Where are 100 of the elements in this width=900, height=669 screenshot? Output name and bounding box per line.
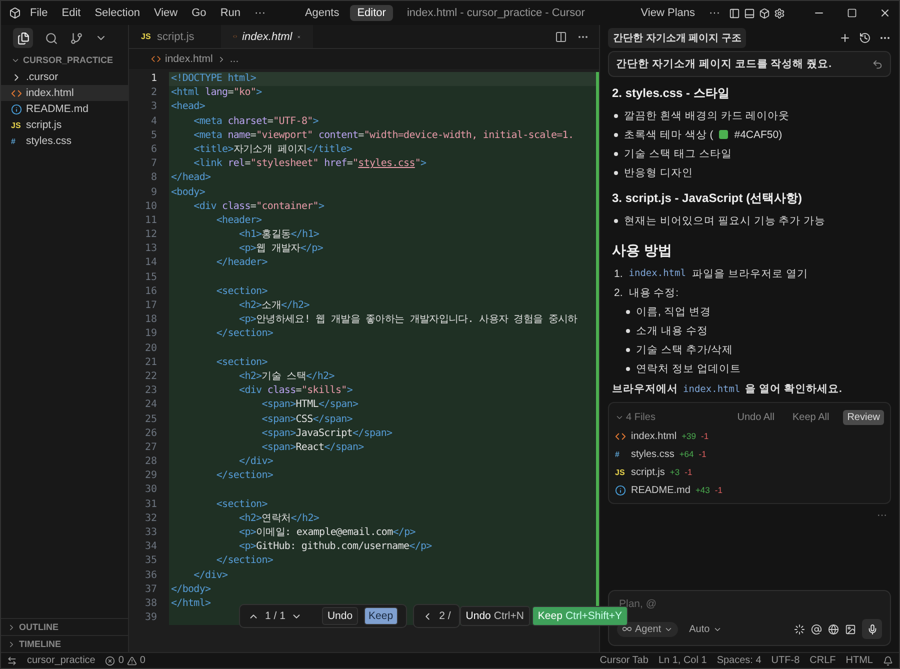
file-tab[interactable]: JS script.js [129,25,221,48]
line-number: 19 [144,327,158,342]
remote-icon[interactable] [7,656,17,666]
bell-icon[interactable] [883,656,893,666]
project-name: CURSOR_PRACTICE [23,55,114,65]
list-text: 기술 스택 추가/삭제 [636,342,733,356]
bullet-icon [614,218,618,222]
line-number: 8 [150,171,158,186]
agent-dropdown[interactable]: Agent [617,622,678,636]
menu-item[interactable]: View [148,5,183,21]
status-item[interactable]: UTF-8 [771,655,800,666]
bullet-icon [614,114,618,118]
file-tree-item[interactable]: JS script.js [1,117,128,133]
cube-icon[interactable] [759,8,770,18]
menu-item[interactable]: Selection [90,5,145,21]
status-item[interactable]: HTML [846,655,873,666]
file-tab[interactable]: index.html [221,25,313,48]
line-number: 25 [144,412,158,426]
chat-title[interactable]: 간단한 자기소개 페이지 구조 [608,28,746,48]
menu-item[interactable]: Go [186,5,212,21]
more-menu[interactable]: ··· [877,510,887,521]
menu-item[interactable]: File [25,5,53,21]
plus-icon[interactable] [839,32,851,44]
view-plans-link[interactable]: View Plans [636,5,700,21]
microphone-icon[interactable] [862,619,882,639]
removed-count: -1 [698,449,706,459]
panel-header[interactable]: OUTLINE [19,622,58,632]
menu-item[interactable]: Edit [56,5,86,21]
search-icon[interactable] [45,32,58,44]
loading-icon [794,624,805,634]
added-count: +64 [679,449,694,459]
line-number: 24 [144,398,158,412]
globe-icon[interactable] [828,624,839,634]
undo-icon[interactable] [872,58,883,70]
file-tree-item[interactable]: README.md [1,101,128,117]
line-number: 31 [144,498,158,512]
breadcrumb-item[interactable]: index.html [165,53,213,65]
line-number: 23 [144,384,158,398]
added-count: +39 [682,431,696,441]
panel-left-icon[interactable] [729,8,740,18]
panel-header[interactable]: TIMELINE [19,639,61,649]
hash-icon: # [615,450,626,458]
hash-icon: # [11,136,22,146]
undo-all-button[interactable]: Undo All [733,410,778,424]
bullet-icon [614,132,618,136]
line-number: 1 [150,72,158,86]
line-number: 38 [144,596,158,611]
line-number: 12 [144,228,158,242]
list-number: 1. [614,268,623,280]
split-editor-icon[interactable] [555,30,567,42]
keep-all-button[interactable]: Keep All [788,410,834,424]
status-item[interactable]: Cursor Tab [600,655,648,666]
change-counter: 1 / 1 [265,610,286,622]
status-item[interactable]: Ln 1, Col 1 [658,655,707,666]
breadcrumb-item[interactable]: ... [230,53,239,65]
infinity-icon [622,624,632,634]
history-icon[interactable] [859,32,871,44]
file-tree-item[interactable]: # styles.css [1,133,128,149]
menu-item[interactable]: ··· [250,5,270,21]
line-number: 27 [144,440,158,455]
user-message[interactable]: 간단한 자기소개 페이지 코드를 작성해 줬요. [608,51,891,77]
maximize-icon[interactable] [847,8,858,18]
line-number: 7 [150,157,158,172]
at-icon[interactable] [811,624,822,634]
branch-icon[interactable] [70,32,83,44]
image-icon[interactable] [845,624,856,634]
file-name[interactable]: index.html [631,430,677,442]
review-button[interactable]: Review [843,410,884,424]
file-name[interactable]: README.md [631,484,690,496]
keep-button[interactable]: Keep [364,607,398,625]
mode-tab[interactable]: Editor [350,5,393,21]
js-icon: JS [615,468,626,476]
settings-icon[interactable] [774,8,786,18]
panel-bottom-icon[interactable] [744,8,756,18]
list-text: 소개 내용 수정 [636,324,708,338]
status-item[interactable]: CRLF [810,655,836,666]
model-dropdown[interactable]: Auto [684,622,727,636]
status-item[interactable]: Spaces: 4 [716,655,762,666]
undo-button[interactable]: Undo [322,607,358,625]
menu-item[interactable]: Run [215,5,246,21]
error-count[interactable]: 0 [118,655,124,666]
warning-count[interactable]: 0 [140,655,146,666]
line-number: 10 [144,200,158,214]
inline-code: index.html [683,384,740,394]
undo-all-button[interactable]: Undo Ctrl+N [460,606,530,626]
more-menu[interactable]: ··· [704,5,726,21]
close-icon[interactable] [879,7,892,19]
file-name[interactable]: script.js [631,466,665,478]
line-number: 14 [144,256,158,270]
mode-tab[interactable]: Agents [298,5,346,21]
file-tree-item[interactable]: index.html [1,85,128,101]
list-text: 내용 수정: [628,286,679,300]
code-icon [151,54,161,64]
file-tree-item[interactable]: .cursor [1,69,128,85]
files-icon[interactable] [13,28,33,48]
bullet-icon [626,328,630,332]
file-name[interactable]: styles.css [631,448,674,460]
line-number: 4 [150,114,158,129]
list-text: 이름, 직업 변경 [636,304,711,318]
line-number: 36 [144,568,158,583]
